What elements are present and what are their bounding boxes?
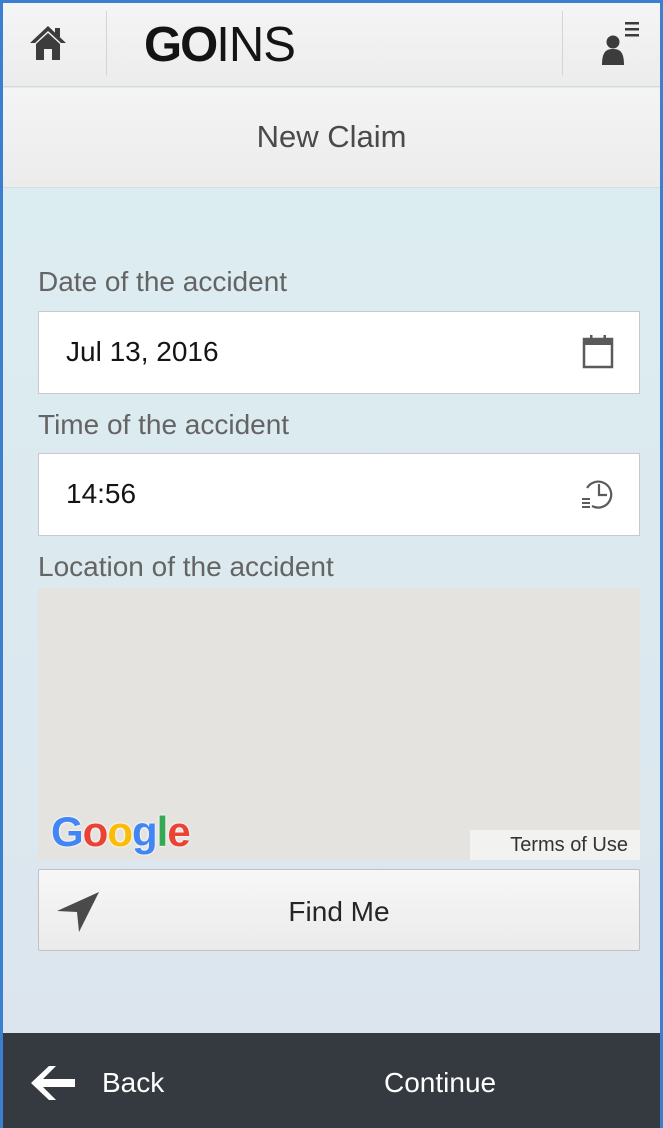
- google-logo: Google: [51, 808, 191, 855]
- find-me-label: Find Me: [288, 896, 390, 927]
- date-field[interactable]: Jul 13, 2016: [38, 311, 640, 394]
- date-value: Jul 13, 2016: [66, 336, 219, 367]
- user-menu-icon: [601, 22, 639, 65]
- time-field[interactable]: 14:56: [38, 453, 640, 536]
- top-bar: GOINS: [3, 3, 660, 87]
- calendar-icon[interactable]: [581, 334, 615, 370]
- app-screen: GOINS New Claim Date of the accident Jul…: [3, 3, 660, 1128]
- page-title-bar: New Claim: [3, 88, 660, 188]
- page-title: New Claim: [256, 118, 407, 154]
- google-logo-letter: g: [131, 808, 158, 855]
- terms-of-use-link[interactable]: Terms of Use: [470, 830, 640, 860]
- clock-icon[interactable]: [581, 476, 615, 512]
- google-logo-letter: e: [167, 808, 190, 855]
- logo-bold-text: GO: [144, 18, 218, 72]
- home-button[interactable]: [3, 3, 106, 87]
- bottom-action-bar: Back Continue: [3, 1033, 660, 1128]
- find-me-button[interactable]: Find Me: [38, 869, 640, 951]
- back-button[interactable]: Back: [3, 1033, 223, 1128]
- home-icon: [29, 26, 66, 60]
- continue-button[interactable]: Continue: [333, 1033, 660, 1128]
- back-label: Back: [102, 1067, 165, 1098]
- time-label: Time of the accident: [38, 409, 290, 440]
- location-map[interactable]: Google Terms of Use: [38, 588, 640, 860]
- app-logo: GOINS: [144, 17, 296, 73]
- google-logo-letter: l: [156, 808, 169, 855]
- location-label: Location of the accident: [38, 551, 334, 582]
- date-label: Date of the accident: [38, 266, 288, 297]
- google-logo-letter: o: [82, 808, 109, 855]
- time-value: 14:56: [66, 478, 137, 509]
- continue-label: Continue: [384, 1067, 497, 1098]
- google-logo-letter: G: [51, 808, 84, 855]
- arrow-left-icon: [31, 1066, 75, 1100]
- header-divider: [106, 11, 107, 75]
- google-logo-letter: o: [107, 808, 133, 855]
- logo-thin-text: INS: [216, 18, 296, 72]
- user-menu-button[interactable]: [563, 3, 660, 87]
